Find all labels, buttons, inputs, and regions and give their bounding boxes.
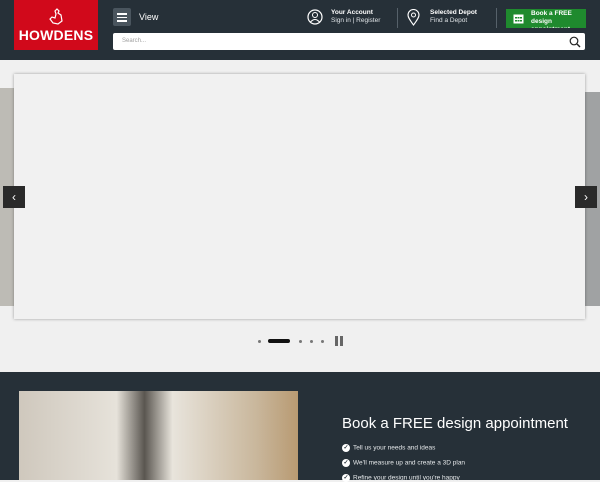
rooster-icon [49, 8, 63, 25]
check-icon: ✓ [342, 459, 350, 467]
carousel-dot-2-active[interactable] [268, 339, 290, 343]
search-icon[interactable] [569, 36, 581, 48]
account-title[interactable]: Your Account [331, 9, 373, 16]
promo-title: Book a FREE design appointment [342, 415, 568, 432]
check-icon: ✓ [342, 474, 350, 482]
pause-icon[interactable] [335, 336, 343, 346]
carousel-dot-1[interactable] [258, 340, 261, 343]
menu-label[interactable]: View [139, 12, 158, 22]
depot-title[interactable]: Selected Depot [430, 9, 477, 16]
account-signin-link[interactable]: Sign in | Register [331, 17, 380, 24]
logo-text: HOWDENS [18, 27, 94, 43]
menu-button[interactable] [113, 8, 131, 26]
carousel-dot-4[interactable] [310, 340, 313, 343]
book-appointment-button[interactable]: Book a FREE design appointment [506, 9, 586, 28]
carousel-dot-5[interactable] [321, 340, 324, 343]
check-icon: ✓ [342, 444, 350, 452]
find-depot-link[interactable]: Find a Depot [430, 17, 467, 24]
site-header: HOWDENS View Your Account Sign in | Regi… [0, 0, 600, 60]
book-label: Book a FREE design appointment [531, 10, 572, 28]
carousel-dot-3[interactable] [299, 340, 302, 343]
carousel-next-button[interactable]: › [575, 186, 597, 208]
location-pin-icon[interactable] [407, 9, 420, 26]
account-icon[interactable] [307, 9, 323, 25]
search-input[interactable]: Search... [113, 33, 585, 50]
carousel-slide[interactable] [14, 74, 585, 319]
promo-list-item: ✓ We'll measure up and create a 3D plan [342, 459, 466, 467]
divider [397, 8, 398, 28]
promo-list-item: ✓ Refine your design until you're happy [342, 474, 460, 482]
howdens-logo[interactable]: HOWDENS [14, 0, 98, 50]
search-placeholder: Search... [122, 38, 147, 44]
carousel-prev-button[interactable]: ‹ [3, 186, 25, 208]
design-consultation-photo [19, 391, 298, 480]
divider [496, 8, 497, 28]
calendar-icon [513, 14, 524, 24]
promo-list-item: ✓ Tell us your needs and ideas [342, 444, 436, 452]
